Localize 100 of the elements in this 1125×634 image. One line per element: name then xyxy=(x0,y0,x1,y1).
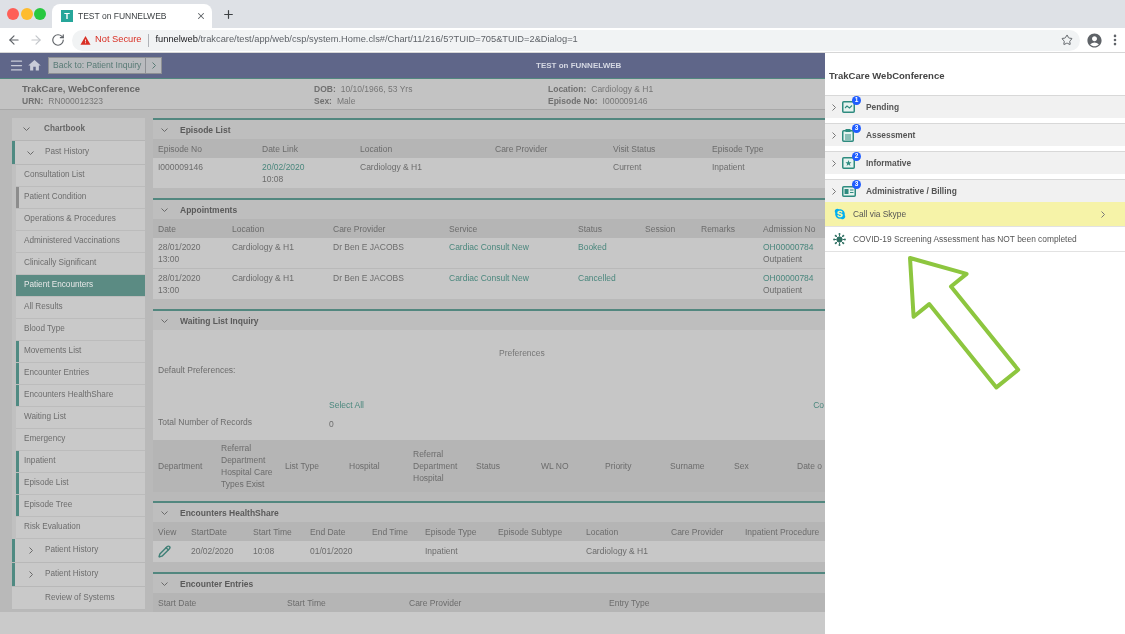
table-link[interactable]: OH00000784 xyxy=(763,241,814,253)
column-header: Care Provider xyxy=(333,222,387,235)
table-cell: I000009146 xyxy=(158,161,203,173)
tree-item[interactable]: Operations & Procedures xyxy=(16,209,145,231)
table-cell: 20/02/2020 xyxy=(191,545,234,557)
plus-icon[interactable] xyxy=(222,7,235,21)
column-header: StartDate xyxy=(191,525,228,538)
column-header: WL NO xyxy=(541,460,570,472)
tree-group-item[interactable]: Patient History xyxy=(12,563,145,587)
account-icon[interactable] xyxy=(1085,31,1103,49)
table-cell: 10:08 xyxy=(253,545,275,557)
table-cell: 13:00 xyxy=(158,284,180,296)
table-link[interactable]: OH00000784 xyxy=(763,272,814,284)
table-cell: Outpatient xyxy=(763,253,803,265)
chevron-right-icon[interactable] xyxy=(28,547,33,554)
tree-group-item[interactable]: Review of Systems xyxy=(12,587,145,610)
virus-icon xyxy=(833,232,846,246)
security-label: Not Secure xyxy=(95,33,142,47)
tree-item[interactable]: Patient Condition xyxy=(16,187,145,209)
section-title: Encounters HealthShare xyxy=(180,506,279,519)
column-header: Sex xyxy=(734,460,750,472)
column-header: Date xyxy=(158,222,177,235)
field-value: I000009146 xyxy=(602,95,648,107)
column-header: Status xyxy=(578,222,604,235)
column-header: Department xyxy=(158,460,204,472)
chevron-right-icon[interactable] xyxy=(28,571,33,578)
tree-item[interactable]: Movements List xyxy=(16,341,145,363)
table-link[interactable]: Cancelled xyxy=(578,272,616,284)
tree-item[interactable]: Episode List xyxy=(16,473,145,495)
field-value: Cardiology & H1 xyxy=(591,83,654,95)
chevron-right-icon[interactable] xyxy=(832,159,836,167)
table-cell: Dr Ben E JACOBS xyxy=(333,241,404,253)
section-title: Episode List xyxy=(180,123,231,136)
column-header: End Date xyxy=(310,525,347,538)
back-button[interactable]: Back to: Patient Inquiry xyxy=(48,57,147,74)
table-link[interactable]: Cardiac Consult New xyxy=(449,241,529,253)
next-button[interactable] xyxy=(146,57,163,74)
chevron-right-icon[interactable] xyxy=(832,187,836,195)
tree-item[interactable]: Patient Encounters xyxy=(16,275,145,297)
column-header: Visit Status xyxy=(613,142,657,155)
chevron-down-icon[interactable] xyxy=(23,127,30,131)
chevron-down-icon[interactable] xyxy=(161,127,168,132)
id-card-icon xyxy=(842,185,856,197)
column-header: Entry Type xyxy=(609,596,651,609)
chevron-down-icon[interactable] xyxy=(161,510,168,515)
chevron-right-icon[interactable] xyxy=(832,103,836,111)
tree-item[interactable]: Episode Tree xyxy=(16,495,145,517)
table-cell: Cardiology & H1 xyxy=(360,161,422,173)
table-cell: 28/01/2020 xyxy=(158,241,201,253)
back-arrow-icon[interactable] xyxy=(7,33,21,47)
column-header: Location xyxy=(586,525,620,538)
home-icon[interactable] xyxy=(27,58,42,73)
window-close-icon[interactable] xyxy=(7,8,19,20)
chevron-right-icon[interactable] xyxy=(151,62,156,69)
table-link[interactable]: Booked xyxy=(578,241,607,253)
pencil-icon[interactable] xyxy=(158,545,171,558)
cut-off-link[interactable]: Co xyxy=(813,399,824,411)
chevron-down-icon[interactable] xyxy=(161,581,168,586)
chevron-down-icon[interactable] xyxy=(161,318,168,323)
tree-item[interactable]: Clinically Significant xyxy=(16,253,145,275)
column-header: End Time xyxy=(372,525,409,538)
field-label: URN: xyxy=(22,95,44,107)
section-title: Encounter Entries xyxy=(180,577,254,590)
chevron-right-icon[interactable] xyxy=(1101,210,1105,218)
column-header: Remarks xyxy=(701,222,736,235)
select-all-link[interactable]: Select All xyxy=(329,399,364,411)
tree-item[interactable]: Encounters HealthShare xyxy=(16,385,145,407)
tree-item[interactable]: Risk Evaluation xyxy=(16,517,145,539)
table-cell: 28/01/2020 xyxy=(158,272,201,284)
tree-heading[interactable]: Chartbook xyxy=(12,118,145,141)
tree-item[interactable]: Administered Vaccinations xyxy=(16,231,145,253)
star-icon[interactable] xyxy=(1061,34,1073,46)
tree-item[interactable]: Encounter Entries xyxy=(16,363,145,385)
chevron-right-icon[interactable] xyxy=(832,131,836,139)
table-link[interactable]: 20/02/2020 xyxy=(262,161,305,173)
window-zoom-icon[interactable] xyxy=(34,8,46,20)
warning-icon xyxy=(80,34,91,46)
skype-call-item[interactable]: Call via Skype xyxy=(825,202,1125,227)
chevron-down-icon[interactable] xyxy=(161,207,168,212)
tree-item[interactable]: Blood Type xyxy=(16,319,145,341)
tree-group-item[interactable]: Patient History xyxy=(12,539,145,563)
close-icon[interactable] xyxy=(196,11,206,21)
column-header: Start Time xyxy=(287,596,327,609)
reload-icon[interactable] xyxy=(51,33,65,47)
url-text: funnelweb/trakcare/test/app/web/csp/system.Home.cls#/Chart/11/216/5?TUID=705&TUID=2&Dialog=1 xyxy=(155,33,579,47)
column-header: Surname xyxy=(670,460,706,472)
address-field[interactable]: Not Secure funnelweb/trakcare/test/app/web/csp/system.Home.cls#/Chart/11/216/5?TUID=705&TUID=2&Dialog=1 xyxy=(72,29,1080,51)
tree-item[interactable]: All Results xyxy=(16,297,145,319)
tree-item[interactable]: Emergency xyxy=(16,429,145,451)
total-records-label: Total Number of Records xyxy=(158,416,253,429)
tree-item[interactable]: Inpatient xyxy=(16,451,145,473)
total-records-value: 0 xyxy=(329,418,334,430)
table-link[interactable]: Cardiac Consult New xyxy=(449,272,529,284)
menu-icon[interactable] xyxy=(9,58,24,73)
chevron-down-icon[interactable] xyxy=(27,150,34,155)
tree-group-item[interactable]: Past History xyxy=(12,141,145,165)
tree-item[interactable]: Waiting List xyxy=(16,407,145,429)
field-value: RN000012323 xyxy=(48,95,104,107)
tree-item[interactable]: Consultation List xyxy=(16,165,145,187)
browser-tab[interactable]: T TEST on FUNNELWEB xyxy=(52,4,212,28)
